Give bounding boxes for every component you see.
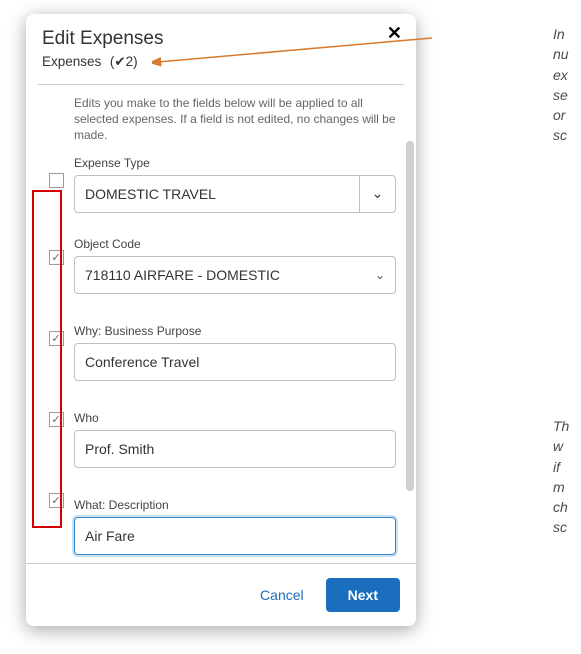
apply-checkbox-what[interactable] <box>49 493 64 508</box>
edit-hint: Edits you make to the fields below will … <box>74 95 396 144</box>
dialog-title: Edit Expenses <box>42 28 400 50</box>
label-expense-type: Expense Type <box>74 156 396 170</box>
label-why: Why: Business Purpose <box>74 324 396 338</box>
edit-expenses-dialog: Edit Expenses ✕ Expenses (✔2) Edits you … <box>26 14 416 626</box>
value-why: Conference Travel <box>85 354 199 370</box>
value-object-code: 718110 AIRFARE - DOMESTIC <box>85 267 280 283</box>
chevron-down-icon[interactable]: ⌄ <box>375 268 385 282</box>
field-object-code: Object Code 718110 AIRFARE - DOMESTIC ⌄ <box>74 237 396 294</box>
annotation-text-upper: In nu ex se or sc <box>553 24 581 146</box>
dialog-footer: Cancel Next <box>26 563 416 626</box>
next-button[interactable]: Next <box>326 578 400 612</box>
selected-count-row: Expenses (✔2) <box>42 54 400 70</box>
apply-checkbox-why[interactable] <box>49 331 64 346</box>
field-who: Who Prof. Smith <box>74 411 396 468</box>
label-who: Who <box>74 411 396 425</box>
dialog-header: Edit Expenses ✕ Expenses (✔2) <box>26 14 416 78</box>
check-icon: ✔ <box>114 54 125 69</box>
input-who[interactable]: Prof. Smith <box>74 430 396 468</box>
value-what: Air Fare <box>85 528 135 544</box>
subheader-prefix: Expenses <box>42 54 101 69</box>
value-expense-type: DOMESTIC TRAVEL <box>85 186 216 202</box>
select-object-code[interactable]: 718110 AIRFARE - DOMESTIC ⌄ <box>74 256 396 294</box>
chevron-down-icon[interactable]: ⌄ <box>359 176 395 212</box>
annotation-text-lower: Th w if m ch sc <box>553 416 581 538</box>
input-why[interactable]: Conference Travel <box>74 343 396 381</box>
label-object-code: Object Code <box>74 237 396 251</box>
fields-column: Edits you make to the fields below will … <box>74 95 404 563</box>
apply-checkbox-object-code[interactable] <box>49 250 64 265</box>
dialog-body: Edits you make to the fields below will … <box>26 85 416 563</box>
field-expense-type: Expense Type DOMESTIC TRAVEL ⌄ <box>74 156 396 213</box>
field-what: What: Description Air Fare <box>74 498 396 555</box>
apply-checkbox-who[interactable] <box>49 412 64 427</box>
value-who: Prof. Smith <box>85 441 154 457</box>
apply-checkbox-column <box>38 95 74 563</box>
cancel-button[interactable]: Cancel <box>250 579 314 611</box>
label-what: What: Description <box>74 498 396 512</box>
select-expense-type[interactable]: DOMESTIC TRAVEL ⌄ <box>74 175 396 213</box>
close-icon[interactable]: ✕ <box>387 24 402 42</box>
field-why: Why: Business Purpose Conference Travel <box>74 324 396 381</box>
apply-checkbox-expense-type[interactable] <box>49 173 64 188</box>
scrollbar[interactable] <box>406 141 414 491</box>
selected-count: 2 <box>126 54 134 69</box>
input-what[interactable]: Air Fare <box>74 517 396 555</box>
